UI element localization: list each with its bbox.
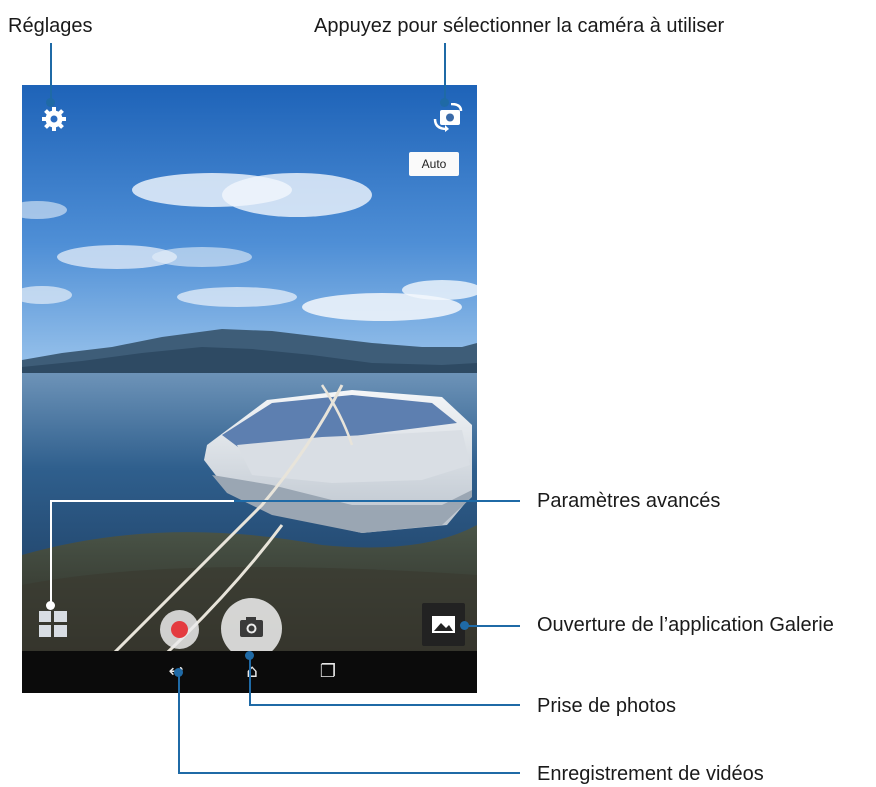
take-photo-button[interactable] <box>221 598 282 659</box>
record-video-button[interactable] <box>160 610 199 649</box>
leader-dot-photo <box>245 651 254 660</box>
camera-screen: Auto ↩ ⌂ ❐ <box>22 85 477 693</box>
grid-icon[interactable] <box>39 611 67 637</box>
leader-dot-advanced <box>46 601 55 610</box>
leader-dot-camera-select <box>440 98 449 107</box>
leader-line-video-vertical <box>178 672 180 773</box>
leader-line-photo <box>249 704 520 706</box>
callout-gallery: Ouverture de l’application Galerie <box>537 614 834 636</box>
scene-mode-button[interactable]: Auto <box>409 152 459 176</box>
callout-settings: Réglages <box>8 15 93 37</box>
open-gallery-button[interactable] <box>422 603 465 646</box>
recents-icon[interactable]: ❐ <box>317 661 339 683</box>
callout-photo: Prise de photos <box>537 695 676 717</box>
leader-line-advanced-vertical <box>50 500 52 604</box>
callout-video: Enregistrement de vidéos <box>537 763 764 785</box>
leader-dot-video <box>174 668 183 677</box>
camera-icon <box>240 617 263 637</box>
leader-line-gallery <box>463 625 520 627</box>
leader-dot-gallery <box>460 621 469 630</box>
switch-camera-icon[interactable] <box>431 103 465 133</box>
leader-line-video <box>178 772 520 774</box>
home-icon[interactable]: ⌂ <box>241 661 263 683</box>
image-icon <box>432 616 455 633</box>
leader-line-settings <box>50 43 52 101</box>
callout-camera-select: Appuyez pour sélectionner la caméra à ut… <box>314 15 725 37</box>
leader-line-photo-vertical <box>249 655 251 705</box>
gear-icon[interactable] <box>41 106 67 132</box>
leader-line-camera-select <box>444 43 446 101</box>
record-icon <box>171 621 188 638</box>
callout-advanced: Paramètres avancés <box>537 490 721 512</box>
leader-line-advanced <box>234 500 520 502</box>
leader-dot-settings <box>46 98 55 107</box>
